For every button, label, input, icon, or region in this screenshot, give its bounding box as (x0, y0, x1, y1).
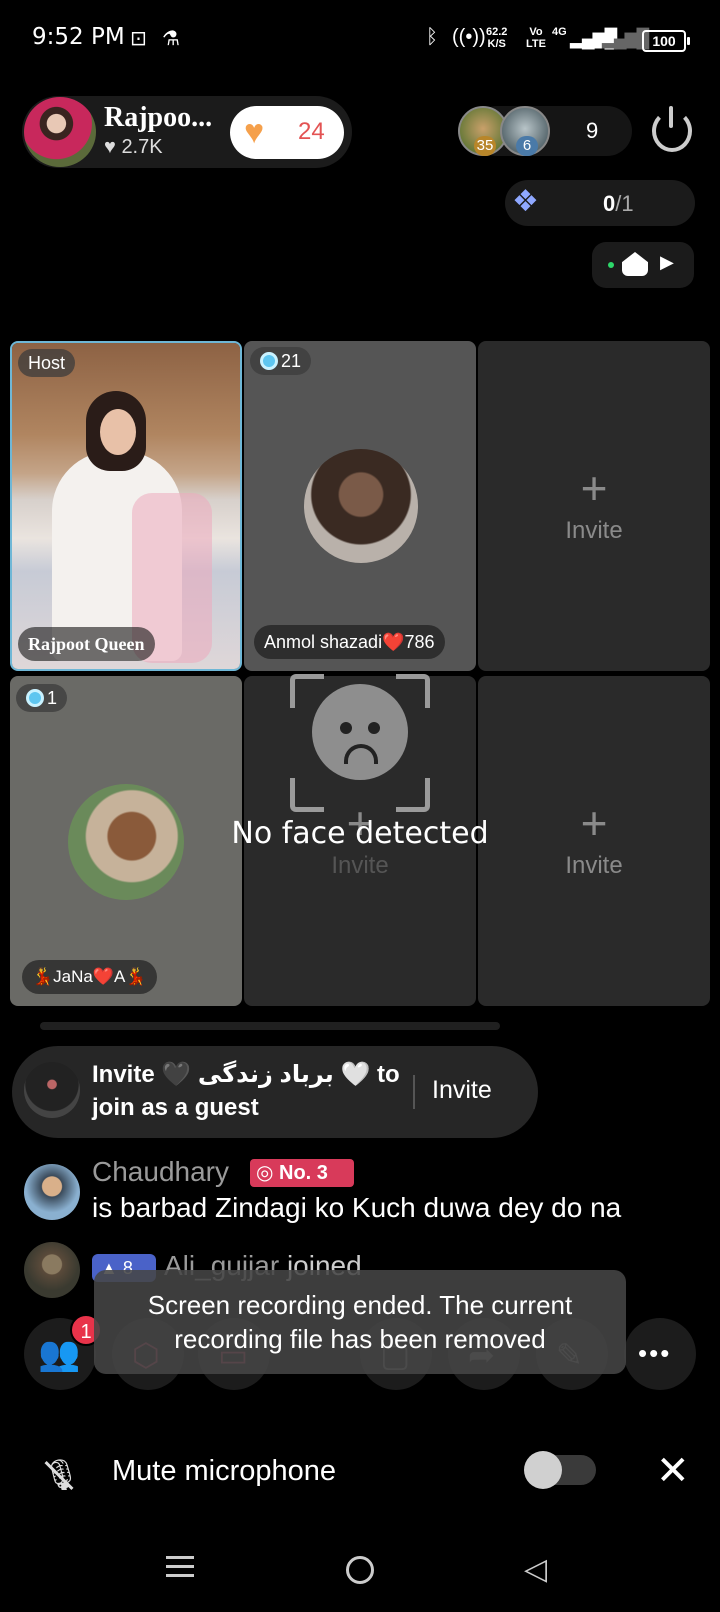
level-tag: 21 (250, 347, 312, 375)
level-icon (26, 689, 44, 707)
invite-guest-text: Invite 🖤 برباد زندگی 🤍 to join as a gues… (92, 1061, 400, 1121)
invite-label: Invite (331, 852, 389, 879)
sad-face-icon (312, 684, 408, 780)
system-nav-bar: ◁ (0, 1540, 720, 1612)
face-frame-corner (290, 778, 324, 812)
battery-icon: 100 (642, 30, 690, 52)
net-speed: 62.2 K/S (486, 26, 508, 50)
heart-icon: ♥ (244, 113, 265, 151)
seat-name: Anmol shazadi❤️786 (254, 625, 445, 659)
seat-name: Rajpoot Queen (18, 627, 155, 661)
close-icon[interactable]: ✕ (656, 1448, 690, 1494)
host-video (12, 343, 240, 669)
play-arrow-icon: ▶ (660, 252, 674, 272)
guest-avatar (304, 449, 418, 563)
plus-icon: + (580, 462, 608, 514)
follow-heart-button[interactable]: ♥ 24 (230, 106, 344, 159)
status-dot (608, 262, 614, 268)
chat-avatar[interactable] (24, 1242, 80, 1298)
chat-avatar[interactable] (24, 1164, 80, 1220)
guest-avatar (68, 784, 184, 900)
home-nav-icon[interactable] (346, 1556, 374, 1584)
hotspot-icon: ((•)) (452, 26, 486, 48)
rank-badge: ◎ No. 3 (250, 1159, 354, 1187)
face-frame-corner (290, 674, 324, 708)
seat-guest[interactable]: 21 Anmol shazadi❤️786 (244, 341, 476, 671)
toggle-knob (524, 1451, 562, 1489)
divider (40, 1022, 500, 1030)
host-avatar[interactable] (24, 97, 96, 167)
host-tag: Host (18, 349, 76, 377)
back-icon[interactable]: ◁ (524, 1552, 547, 1587)
viewer-count: 9 (586, 118, 599, 143)
bluetooth-icon: ᛒ (426, 26, 438, 48)
no-face-detected-text: No face detected (231, 816, 489, 851)
toast-message: Screen recording ended. The current reco… (94, 1270, 626, 1374)
invite-label: Invite (565, 852, 623, 879)
guest-avatar (24, 1062, 80, 1118)
mute-toggle[interactable] (524, 1451, 596, 1489)
seat-host[interactable]: Host Rajpoot Queen (10, 341, 242, 671)
chat-username[interactable]: Chaudhary (92, 1156, 229, 1188)
signal-icon: ▂▄▆█ (602, 28, 649, 48)
lock-icon: ⊡ (130, 28, 147, 50)
more-button[interactable]: ••• (624, 1318, 696, 1390)
seat-name: 💃JaNa❤️A💃 (22, 960, 157, 994)
flask-icon: ⚗ (162, 28, 180, 50)
net-type: 4G (552, 26, 567, 38)
menu-icon[interactable] (166, 1550, 194, 1583)
mute-microphone-label: Mute microphone (112, 1455, 337, 1487)
viewer-avatar[interactable]: 6 (500, 106, 550, 156)
heart-icon: ♥ (104, 136, 116, 158)
level-icon (260, 352, 278, 370)
more-icon: ••• (638, 1338, 672, 1368)
heart-count: 24 (298, 118, 325, 145)
gift-count: 0/1 (603, 191, 634, 216)
volte-icon: Vo LTE (526, 26, 546, 50)
status-bar: 9:52 PM ⊡ ⚗ ᛒ ((•)) 62.2 K/S Vo LTE 4G ▂▄▆… (0, 0, 720, 80)
medal-icon: ◎ (256, 1162, 274, 1184)
face-frame-corner (396, 778, 430, 812)
invite-button[interactable]: Invite (432, 1076, 492, 1105)
power-icon[interactable] (652, 106, 692, 152)
chat-message: is barbad Zindagi ko Kuch duwa dey do na (92, 1192, 622, 1223)
level-badge: 6 (516, 136, 538, 156)
divider (413, 1075, 415, 1109)
home-icon (622, 252, 648, 276)
host-likes: ♥ 2.7K (104, 136, 163, 158)
gift-icon: ❖ (512, 185, 539, 218)
room-mode-pill[interactable]: ▶ (592, 242, 694, 288)
invite-label: Invite (565, 517, 623, 544)
level-badge: 35 (474, 136, 496, 156)
level-tag: 1 (16, 684, 68, 712)
face-frame-corner (396, 674, 430, 708)
host-name: Rajpoo... (104, 102, 213, 133)
seat-empty[interactable]: + Invite (478, 341, 710, 671)
clock: 9:52 PM (32, 24, 125, 50)
